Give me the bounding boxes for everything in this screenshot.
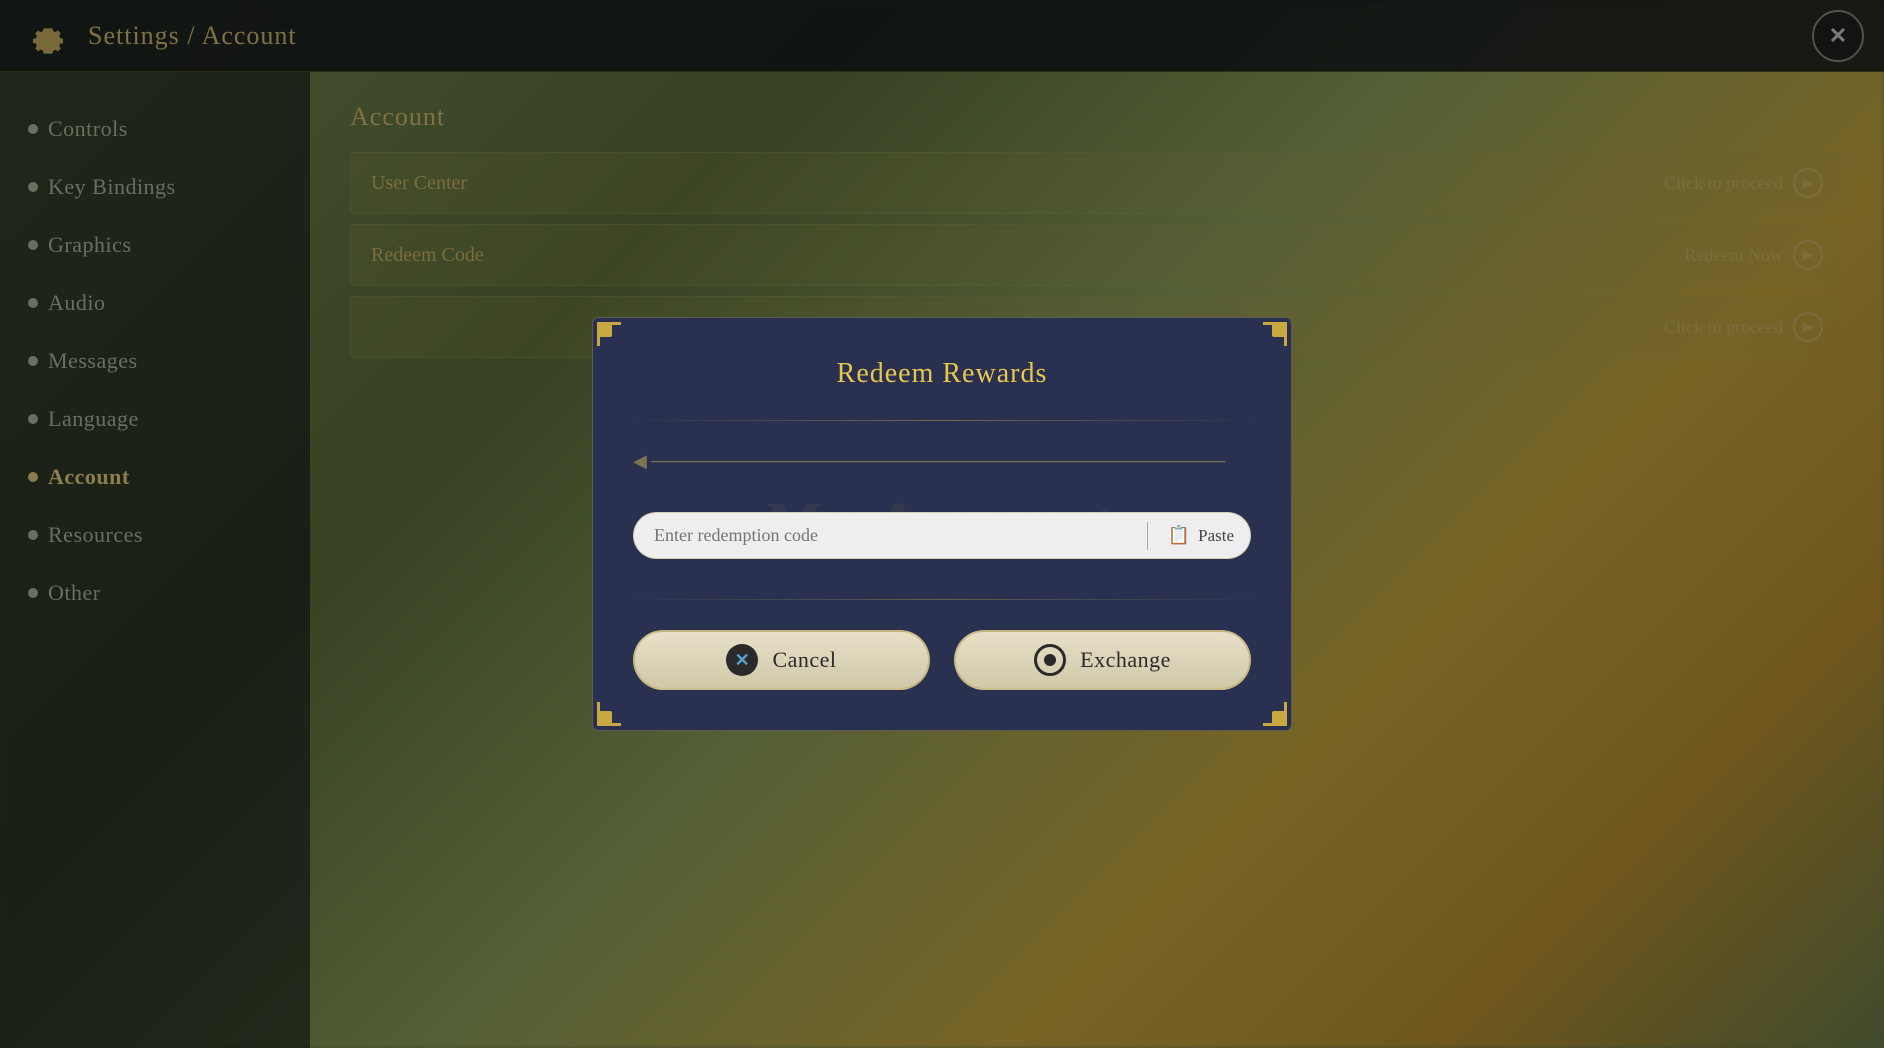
corner-dot-bl — [598, 711, 612, 725]
bottom-divider — [623, 599, 1261, 600]
corner-decoration-br — [1263, 702, 1287, 726]
corner-decoration-bl — [597, 702, 621, 726]
redemption-code-input[interactable] — [654, 525, 1135, 546]
paste-icon: 📋 — [1168, 525, 1190, 546]
input-container[interactable]: 📋 Paste — [633, 512, 1251, 559]
cancel-icon: ✕ — [726, 644, 758, 676]
corner-decoration-tl — [597, 322, 621, 346]
modal-backdrop: My Account Redeem Rewards ◀ ────────────… — [0, 0, 1884, 1048]
exchange-button[interactable]: Exchange — [954, 630, 1251, 690]
arrow-left-icon: ◀ ──────────────────────────────────────… — [633, 451, 1225, 472]
exchange-icon-inner — [1044, 654, 1056, 666]
modal-buttons: ✕ Cancel Exchange — [633, 630, 1251, 690]
corner-dot-br — [1272, 711, 1286, 725]
input-row: ◀ ──────────────────────────────────────… — [633, 451, 1251, 472]
modal-divider — [623, 420, 1261, 421]
cancel-button[interactable]: ✕ Cancel — [633, 630, 930, 690]
exchange-label: Exchange — [1080, 647, 1171, 673]
corner-dot-tl — [598, 323, 612, 337]
corner-dot-tr — [1272, 323, 1286, 337]
paste-button[interactable]: 📋 Paste — [1160, 521, 1242, 550]
cancel-label: Cancel — [772, 647, 836, 673]
modal-dialog: My Account Redeem Rewards ◀ ────────────… — [592, 317, 1292, 731]
corner-decoration-tr — [1263, 322, 1287, 346]
modal-content: Redeem Rewards ◀ ───────────────────────… — [633, 358, 1251, 690]
input-divider — [1147, 522, 1148, 550]
paste-label: Paste — [1198, 526, 1234, 546]
exchange-icon — [1034, 644, 1066, 676]
modal-title: Redeem Rewards — [633, 358, 1251, 390]
